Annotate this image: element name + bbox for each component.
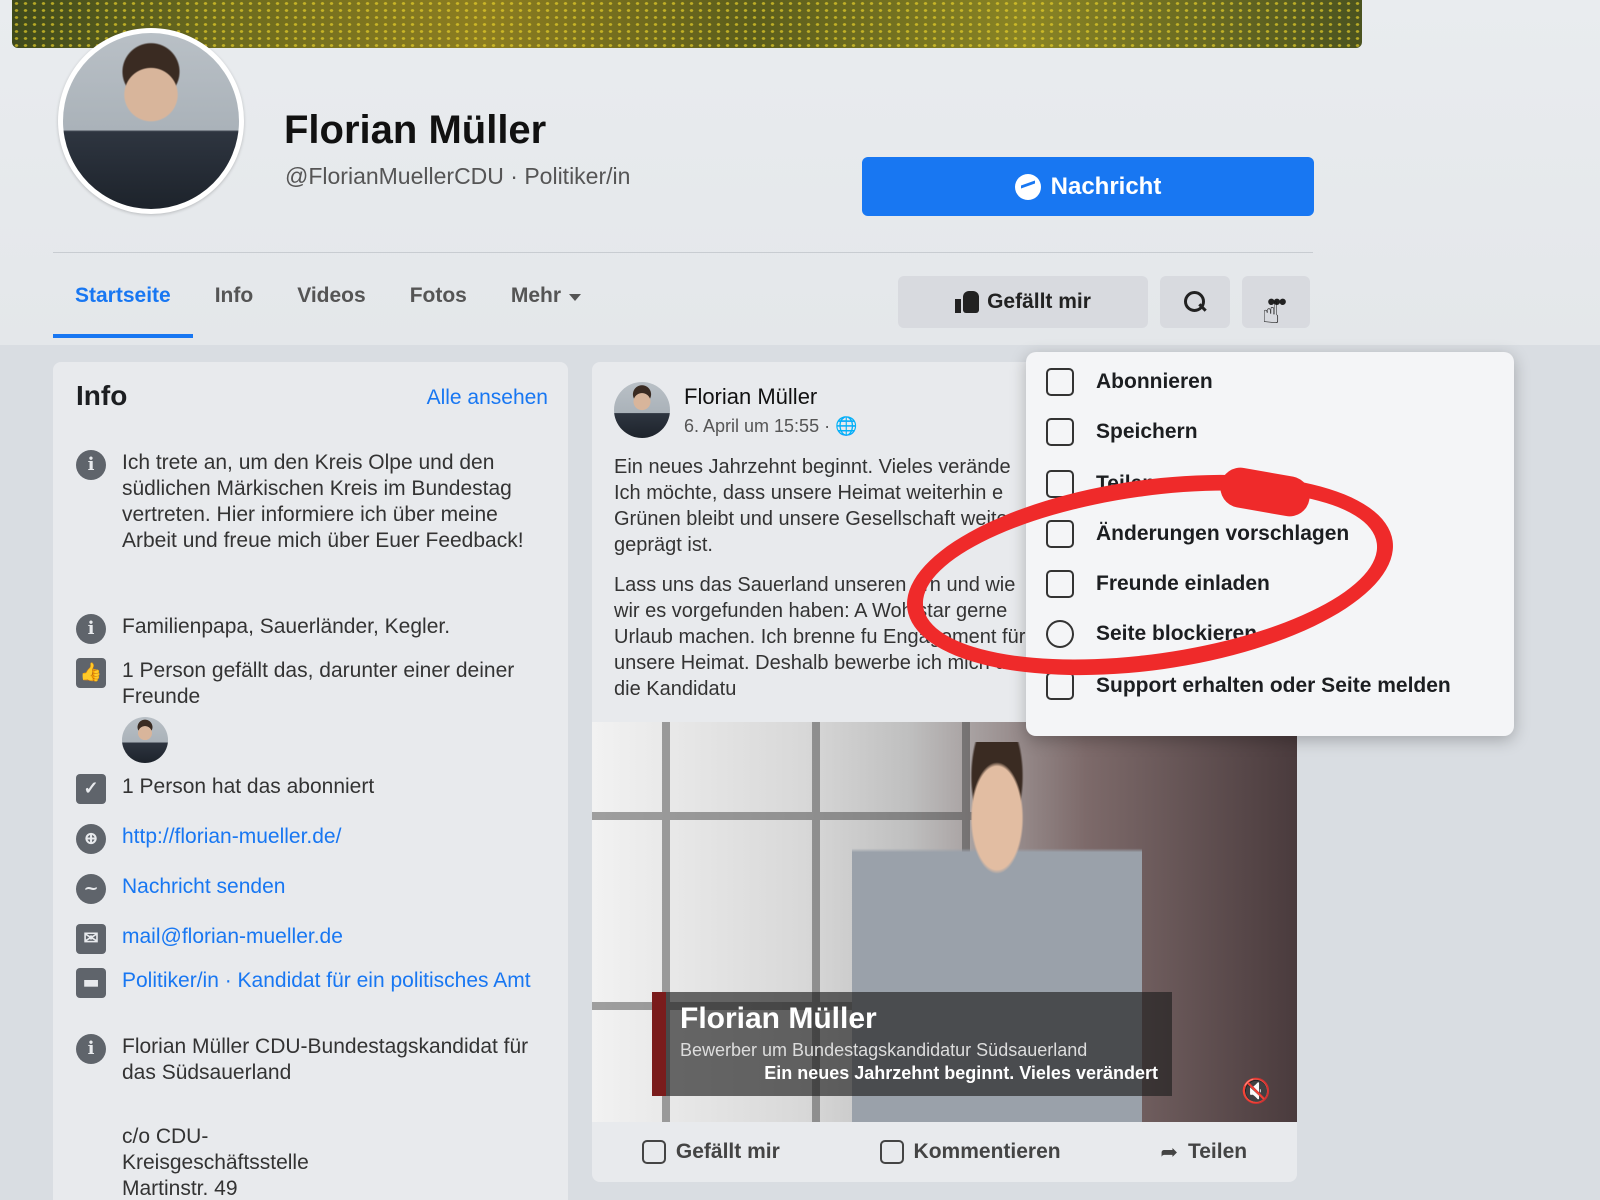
post-like-label: Gefällt mir: [675, 1140, 780, 1163]
post-date-text: 6. April um 15:55 ·: [684, 416, 836, 436]
info-email-row: ✉ mail@florian-mueller.de: [76, 924, 542, 954]
menu-item-label: Support erhalten oder Seite melden: [1096, 674, 1451, 697]
header-divider: [53, 252, 1313, 253]
page-subtitle: @FlorianMuellerCDU · Politiker/in: [285, 163, 631, 189]
post-video[interactable]: Florian Müller Bewerber um Bundestagskan…: [592, 722, 1297, 1122]
tab-mehr-label: Mehr: [510, 284, 562, 307]
mute-icon[interactable]: 🔇: [1241, 1077, 1271, 1106]
menu-item-speichern[interactable]: Speichern: [1046, 418, 1198, 446]
avatar-image: [63, 33, 239, 209]
info-about: Familienpapa, Sauerländer, Kegler.: [122, 615, 451, 638]
info-bio: Ich trete an, um den Kreis Olpe und den …: [122, 451, 524, 552]
info-likes: 1 Person gefällt das, darunter einer dei…: [122, 659, 515, 708]
globe-icon: 🌐: [835, 416, 858, 436]
info-address2-row: c/o CDU-Kreisgeschäftsstelle Martinstr. …: [122, 1124, 382, 1200]
subscribe-icon: [1046, 368, 1074, 396]
tab-startseite[interactable]: Startseite: [53, 280, 193, 338]
search-icon: [1184, 291, 1206, 313]
like-page-label: Gefällt mir: [987, 290, 1091, 313]
report-icon: [1046, 672, 1074, 700]
thumbs-up-icon: [641, 1140, 666, 1164]
friend-avatar[interactable]: [122, 717, 168, 763]
messenger-icon: [1014, 173, 1041, 200]
send-message-link[interactable]: Nachricht senden: [122, 874, 542, 904]
page-tabs: Startseite Info Videos Fotos Mehr: [53, 280, 603, 338]
post-like-button[interactable]: Gefällt mir: [641, 1140, 780, 1164]
video-caption-name: Florian Müller: [680, 1002, 877, 1035]
follow-check-icon: ✓: [76, 774, 106, 804]
see-all-link[interactable]: Alle ansehen: [427, 386, 548, 410]
tab-info[interactable]: Info: [193, 280, 275, 338]
info-card: Info Alle ansehen i Ich trete an, um den…: [53, 362, 568, 1200]
post-date[interactable]: 6. April um 15:55 · 🌐: [684, 416, 858, 437]
tab-mehr[interactable]: Mehr: [489, 280, 603, 338]
info-address-row: i Florian Müller CDU-Bundestagskandidat …: [76, 1034, 542, 1086]
caret-down-icon: [569, 294, 582, 301]
hand-cursor-icon: ☝: [1262, 297, 1281, 330]
info-icon: i: [76, 450, 106, 480]
info-icon: i: [76, 614, 106, 644]
message-button-label: Nachricht: [1050, 172, 1162, 200]
bookmark-icon: [1046, 418, 1074, 446]
comment-icon: [879, 1140, 904, 1164]
menu-item-support-melden[interactable]: Support erhalten oder Seite melden: [1046, 672, 1451, 700]
cover-photo[interactable]: [12, 0, 1362, 48]
website-link[interactable]: http://florian-mueller.de/: [122, 824, 542, 854]
info-bio-row: i Ich trete an, um den Kreis Olpe und de…: [76, 450, 542, 554]
info-icon: i: [76, 1034, 106, 1064]
page-title: Florian Müller: [284, 108, 547, 152]
messenger-icon: ~: [76, 874, 106, 904]
profile-avatar[interactable]: [58, 28, 244, 214]
info-followers: 1 Person hat das abonniert: [122, 775, 375, 798]
menu-item-abonnieren[interactable]: Abonnieren: [1046, 368, 1213, 396]
envelope-icon: ✉: [76, 924, 106, 954]
post-author[interactable]: Florian Müller: [684, 384, 817, 410]
post-comment-button[interactable]: Kommentieren: [879, 1140, 1061, 1164]
thumbs-up-icon: 👍: [76, 658, 106, 688]
tab-fotos[interactable]: Fotos: [388, 280, 489, 338]
info-message-row: ~ Nachricht senden: [76, 874, 542, 904]
video-caption-line: Ein neues Jahrzehnt beginnt. Vieles verä…: [764, 1063, 1158, 1083]
info-followers-row: ✓ 1 Person hat das abonniert: [76, 774, 542, 804]
post-share-button[interactable]: ➦ Teilen: [1160, 1140, 1247, 1165]
share-arrow-icon: ➦: [1160, 1140, 1178, 1164]
info-about-row: i Familienpapa, Sauerländer, Kegler.: [76, 614, 542, 644]
search-button[interactable]: [1160, 276, 1230, 328]
video-caption: Florian Müller Bewerber um Bundestagskan…: [652, 992, 1172, 1096]
post-avatar-image: [614, 382, 670, 438]
cover-pattern: [12, 0, 1362, 48]
info-address2: c/o CDU-Kreisgeschäftsstelle Martinstr. …: [122, 1125, 309, 1200]
info-likes-row: 👍 1 Person gefällt das, darunter einer d…: [76, 658, 542, 710]
post-actions: Gefällt mir Kommentieren ➦ Teilen: [592, 1122, 1297, 1182]
tab-videos[interactable]: Videos: [275, 280, 387, 338]
menu-item-label: Speichern: [1096, 420, 1198, 443]
message-button[interactable]: Nachricht: [862, 157, 1314, 216]
post-author-avatar[interactable]: [614, 382, 670, 438]
category-link[interactable]: Politiker/in · Kandidat für ein politisc…: [122, 968, 542, 998]
like-page-button[interactable]: Gefällt mir: [898, 276, 1148, 328]
menu-item-label: Abonnieren: [1096, 370, 1213, 393]
info-category-row: ▬ Politiker/in · Kandidat für ein politi…: [76, 968, 542, 998]
info-website-row: ⊕ http://florian-mueller.de/: [76, 824, 542, 854]
thumbs-up-icon: [955, 291, 980, 313]
email-link[interactable]: mail@florian-mueller.de: [122, 924, 542, 954]
globe-icon: ⊕: [76, 824, 106, 854]
category-icon: ▬: [76, 968, 106, 998]
video-caption-subtitle: Bewerber um Bundestagskandidatur Südsaue…: [680, 1040, 1088, 1060]
friend-avatar-image: [122, 717, 168, 763]
info-card-title: Info: [76, 380, 128, 411]
post-comment-label: Kommentieren: [913, 1140, 1061, 1163]
post-share-label: Teilen: [1187, 1140, 1248, 1163]
info-address: Florian Müller CDU-Bundestagskandidat fü…: [122, 1035, 529, 1084]
